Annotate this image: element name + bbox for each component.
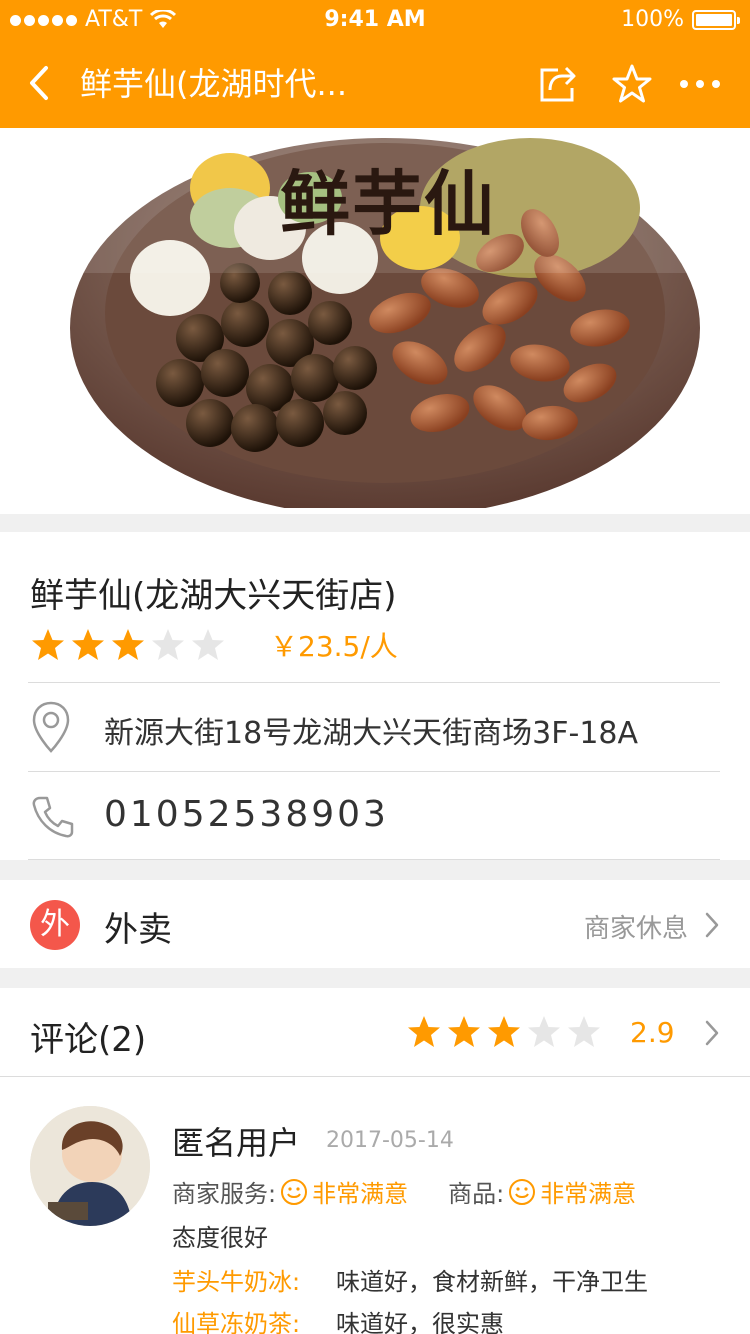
star-filled-icon — [408, 1016, 440, 1047]
shop-name: 鲜芋仙(龙湖大兴天街店) — [30, 576, 397, 616]
smile-icon — [509, 1178, 536, 1205]
smile-icon — [281, 1178, 308, 1205]
shop-info-card: 鲜芋仙(龙湖大兴天街店) ￥23.5/人 新源大街18号龙湖大兴天街商场3F-1… — [0, 532, 750, 860]
header: AT&T 9:41 AM 100% 鲜芋仙(龙湖时代... — [0, 0, 750, 128]
goods-value: 非常满意 — [540, 1180, 637, 1208]
shop-rating-row: ￥23.5/人 — [30, 622, 398, 668]
dish-name: 仙草冻奶茶: — [172, 1310, 301, 1334]
shop-rating-stars — [30, 627, 226, 663]
star-empty-icon — [528, 1016, 560, 1047]
star-empty-icon — [192, 629, 224, 660]
reviews-title: 评论(2) — [30, 1020, 147, 1060]
price-per-person: ￥23.5/人 — [270, 630, 398, 663]
location-pin-icon — [32, 701, 70, 753]
phone-icon — [32, 796, 74, 838]
hero-image[interactable]: 鲜芋仙 — [0, 128, 750, 514]
address-row[interactable]: 新源大街18号龙湖大兴天街商场3F-18A — [0, 682, 750, 770]
avatar[interactable] — [30, 1106, 150, 1226]
nav-title: 鲜芋仙(龙湖时代... — [80, 65, 348, 103]
star-filled-icon — [72, 629, 104, 660]
review-comment: 态度很好 — [172, 1224, 268, 1252]
delivery-badge-icon: 外 — [30, 900, 80, 950]
review-date: 2017-05-14 — [326, 1128, 454, 1153]
battery-percent: 100% — [621, 7, 684, 32]
review-satisfaction-line: 商家服务: 非常满意 商品: 非常满意 — [172, 1174, 636, 1209]
star-filled-icon — [32, 629, 64, 660]
battery-indicator: 100% — [621, 0, 740, 40]
reviews-header[interactable]: 评论(2) 2.9 — [0, 988, 750, 1076]
star-outline-icon[interactable] — [610, 62, 654, 106]
dish-name: 芋头牛奶冰: — [172, 1268, 301, 1296]
share-icon[interactable] — [536, 62, 580, 106]
star-filled-icon — [488, 1016, 520, 1047]
dish-review-line: 芋头牛奶冰: 味道好，食材新鲜，干净卫生 — [172, 1262, 648, 1297]
brand-logo-text: 鲜芋仙 — [280, 162, 496, 245]
chevron-right-icon — [705, 1020, 719, 1046]
avatar-image — [30, 1106, 150, 1226]
more-dots-icon[interactable] — [676, 62, 724, 106]
service-value: 非常满意 — [312, 1180, 409, 1208]
delivery-row[interactable]: 外 外卖 商家休息 — [0, 880, 750, 968]
reviews-score: 2.9 — [630, 1016, 675, 1049]
divider — [28, 859, 720, 860]
star-filled-icon — [112, 629, 144, 660]
dish-desc: 味道好，很实惠 — [336, 1310, 504, 1334]
delivery-status: 商家休息 — [583, 914, 688, 944]
phone-row[interactable]: 01052538903 — [0, 772, 750, 860]
chevron-right-icon — [705, 912, 719, 938]
goods-label: 商品: — [448, 1180, 505, 1208]
reviews-rating-stars — [406, 1014, 602, 1050]
shop-phone: 01052538903 — [104, 794, 389, 835]
star-filled-icon — [448, 1016, 480, 1047]
service-label: 商家服务: — [172, 1180, 277, 1208]
nav-bar: 鲜芋仙(龙湖时代... — [0, 40, 750, 128]
review-username: 匿名用户 — [172, 1124, 301, 1162]
dish-review-line: 仙草冻奶茶: 味道好，很实惠 — [172, 1304, 504, 1334]
dish-desc: 味道好，食材新鲜，干净卫生 — [336, 1268, 648, 1296]
star-empty-icon — [568, 1016, 600, 1047]
back-button[interactable] — [20, 58, 60, 108]
battery-icon — [692, 10, 740, 30]
divider — [0, 1076, 750, 1077]
shop-address: 新源大街18号龙湖大兴天街商场3F-18A — [104, 716, 639, 751]
delivery-label: 外卖 — [104, 910, 172, 950]
star-empty-icon — [152, 629, 184, 660]
reviews-card: 评论(2) 2.9 匿名用户 2017-05-14 商家服务: 非常满意 商品:… — [0, 988, 750, 1334]
status-bar: AT&T 9:41 AM 100% — [0, 0, 750, 40]
